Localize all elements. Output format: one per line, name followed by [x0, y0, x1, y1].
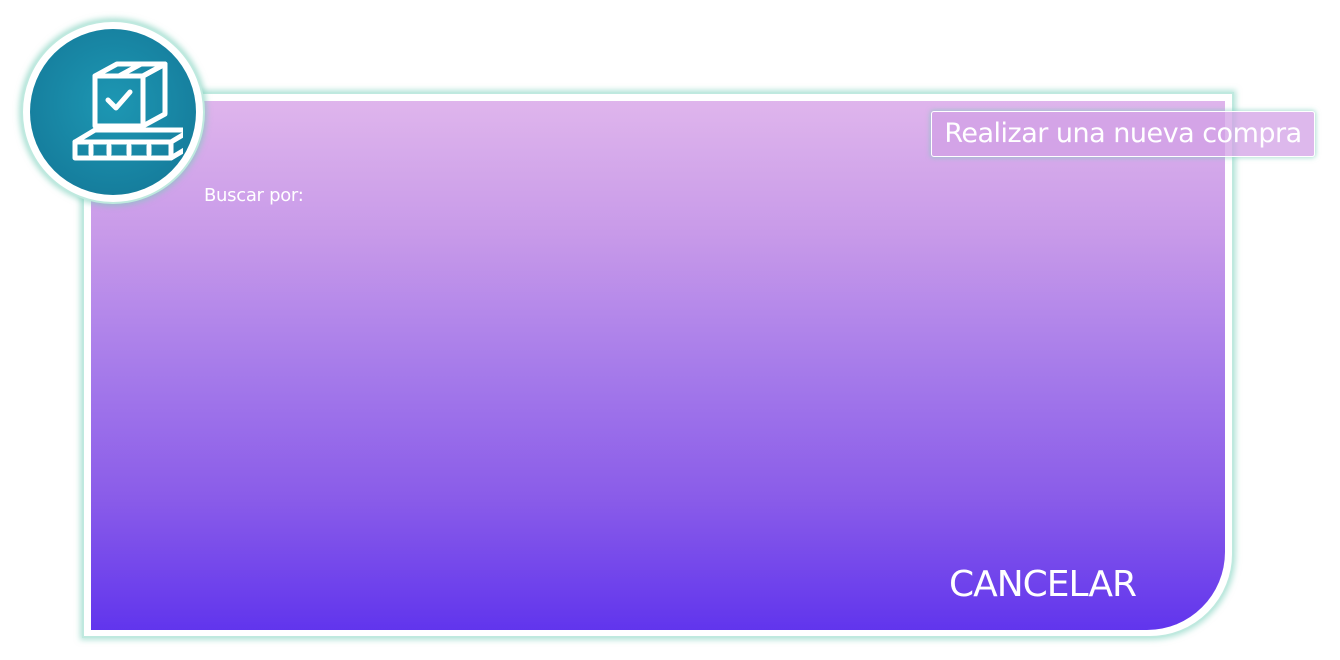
- box-on-pallet-check-icon: [72, 61, 183, 161]
- new-purchase-button[interactable]: Realizar una nueva compra: [931, 111, 1315, 157]
- purchase-window: Realizar una nueva compra Buscar por: CA…: [0, 0, 1340, 660]
- cancel-button[interactable]: CANCELAR: [940, 560, 1145, 610]
- logo: [30, 29, 196, 195]
- card-panel: [91, 101, 1225, 630]
- search-by-label: Buscar por:: [204, 185, 304, 206]
